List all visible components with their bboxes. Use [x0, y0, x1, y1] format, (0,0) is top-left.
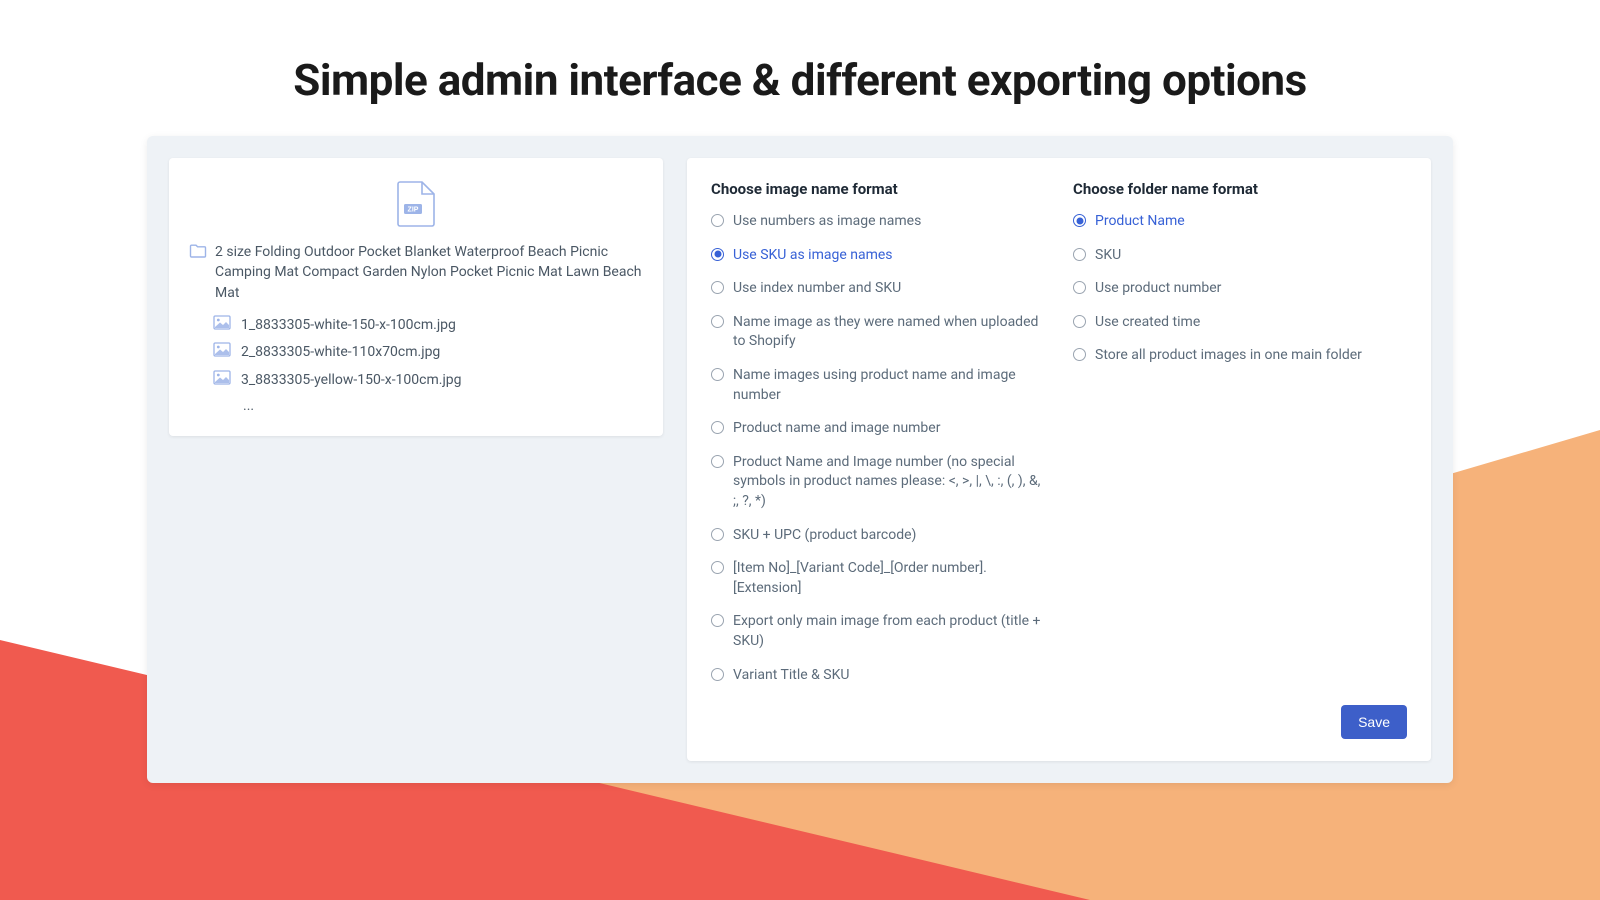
image-name-format-option[interactable]: Variant Title & SKU	[711, 666, 1045, 686]
folder-row: 2 size Folding Outdoor Pocket Blanket Wa…	[189, 242, 643, 303]
image-name-format-option-label: SKU + UPC (product barcode)	[733, 526, 1045, 546]
folder-name-format-section: Choose folder name format Product Name SK…	[1073, 180, 1407, 685]
radio-icon[interactable]	[711, 368, 724, 381]
image-name-format-option[interactable]: Product Name and Image number (no specia…	[711, 453, 1045, 512]
radio-icon[interactable]	[1073, 348, 1086, 361]
folder-name-format-option-label: Use created time	[1095, 313, 1407, 333]
image-name-format-title: Choose image name format	[711, 180, 1045, 198]
file-name: 2_8833305-white-110x70cm.jpg	[241, 343, 440, 363]
file-row: 2_8833305-white-110x70cm.jpg	[213, 342, 643, 364]
file-row: 3_8833305-yellow-150-x-100cm.jpg	[213, 370, 643, 392]
radio-icon[interactable]	[711, 614, 724, 627]
image-name-format-option-label: Product Name and Image number (no specia…	[733, 453, 1045, 512]
image-name-format-option-label: Export only main image from each product…	[733, 612, 1045, 651]
folder-name-format-option-label: Use product number	[1095, 279, 1407, 299]
folder-name-format-option[interactable]: Use product number	[1073, 279, 1407, 299]
image-name-format-option[interactable]: Use numbers as image names	[711, 212, 1045, 232]
radio-icon[interactable]	[711, 561, 724, 574]
image-name-format-option-label: Use numbers as image names	[733, 212, 1045, 232]
image-name-format-option-label: [Item No]_[Variant Code]_[Order number].…	[733, 559, 1045, 598]
image-name-format-options: Use numbers as image names Use SKU as ima…	[711, 212, 1045, 685]
image-name-format-option[interactable]: Use index number and SKU	[711, 279, 1045, 299]
image-name-format-option-label: Product name and image number	[733, 419, 1045, 439]
image-file-icon	[213, 315, 231, 337]
export-options-card: Choose image name format Use numbers as …	[687, 158, 1431, 761]
folder-icon	[189, 243, 207, 265]
radio-icon[interactable]	[711, 455, 724, 468]
image-name-format-option-label: Name image as they were named when uploa…	[733, 313, 1045, 352]
radio-icon[interactable]	[711, 281, 724, 294]
folder-name-format-option-label: Store all product images in one main fol…	[1095, 346, 1407, 366]
svg-text:ZIP: ZIP	[408, 207, 419, 214]
image-name-format-section: Choose image name format Use numbers as …	[711, 180, 1045, 685]
folder-name-format-option-label: Product Name	[1095, 212, 1407, 232]
image-name-format-option[interactable]: Product name and image number	[711, 419, 1045, 439]
image-file-icon	[213, 342, 231, 364]
file-list: 1_8833305-white-150-x-100cm.jpg 2_8833305…	[189, 315, 643, 392]
zip-file-icon: ZIP	[394, 180, 438, 232]
radio-icon[interactable]	[711, 214, 724, 227]
folder-name-format-option[interactable]: SKU	[1073, 246, 1407, 266]
folder-name-format-title: Choose folder name format	[1073, 180, 1407, 198]
radio-icon[interactable]	[711, 315, 724, 328]
image-name-format-option[interactable]: Export only main image from each product…	[711, 612, 1045, 651]
radio-icon[interactable]	[711, 421, 724, 434]
image-name-format-option[interactable]: [Item No]_[Variant Code]_[Order number].…	[711, 559, 1045, 598]
image-name-format-option-label: Use index number and SKU	[733, 279, 1045, 299]
main-surface: ZIP 2 size Folding Outdoor Pocket Blanke…	[147, 136, 1453, 783]
page-title: Simple admin interface & different expor…	[0, 0, 1600, 136]
radio-icon[interactable]	[711, 528, 724, 541]
image-name-format-option[interactable]: Name images using product name and image…	[711, 366, 1045, 405]
image-name-format-option[interactable]: Name image as they were named when uploa…	[711, 313, 1045, 352]
folder-name: 2 size Folding Outdoor Pocket Blanket Wa…	[215, 242, 643, 303]
radio-icon[interactable]	[1073, 248, 1086, 261]
file-row: 1_8833305-white-150-x-100cm.jpg	[213, 315, 643, 337]
save-button[interactable]: Save	[1341, 705, 1407, 739]
radio-icon[interactable]	[1073, 281, 1086, 294]
export-preview-card: ZIP 2 size Folding Outdoor Pocket Blanke…	[169, 158, 663, 436]
radio-icon[interactable]	[1073, 214, 1086, 227]
folder-name-format-option[interactable]: Store all product images in one main fol…	[1073, 346, 1407, 366]
folder-name-format-option[interactable]: Product Name	[1073, 212, 1407, 232]
file-name: 3_8833305-yellow-150-x-100cm.jpg	[241, 371, 462, 391]
image-name-format-option-label: Variant Title & SKU	[733, 666, 1045, 686]
image-name-format-option-label: Use SKU as image names	[733, 246, 1045, 266]
radio-icon[interactable]	[1073, 315, 1086, 328]
file-name: 1_8833305-white-150-x-100cm.jpg	[241, 316, 456, 336]
folder-name-format-option[interactable]: Use created time	[1073, 313, 1407, 333]
file-list-ellipsis: ...	[189, 398, 643, 414]
image-name-format-option-label: Name images using product name and image…	[733, 366, 1045, 405]
image-file-icon	[213, 370, 231, 392]
folder-name-format-options: Product Name SKU Use product number Use cre…	[1073, 212, 1407, 366]
radio-icon[interactable]	[711, 668, 724, 681]
image-name-format-option[interactable]: Use SKU as image names	[711, 246, 1045, 266]
radio-icon[interactable]	[711, 248, 724, 261]
image-name-format-option[interactable]: SKU + UPC (product barcode)	[711, 526, 1045, 546]
folder-name-format-option-label: SKU	[1095, 246, 1407, 266]
